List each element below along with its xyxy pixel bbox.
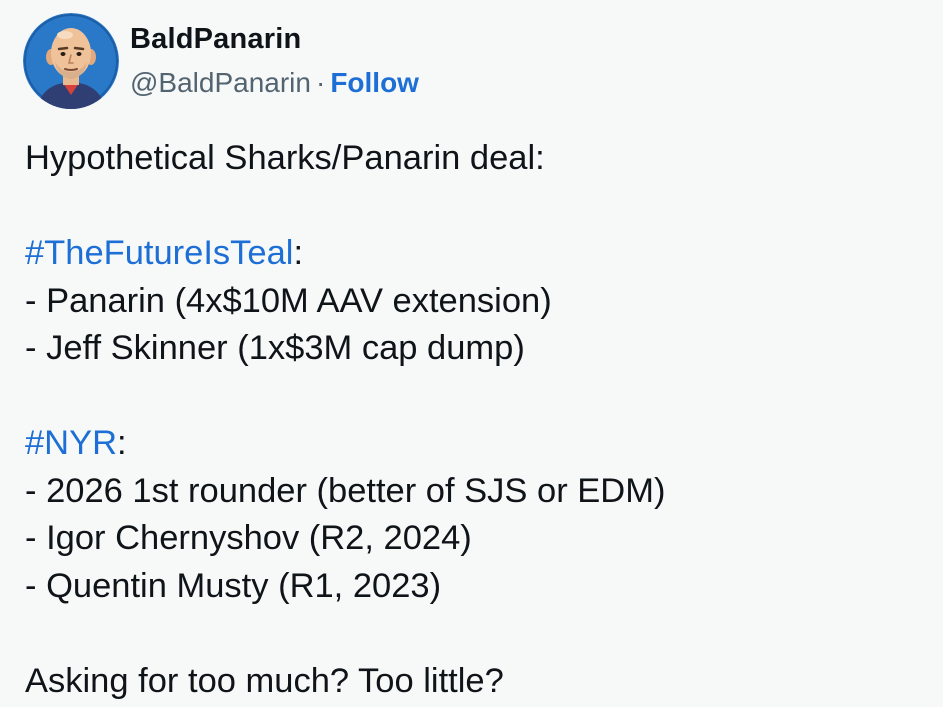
author-info: BaldPanarin @BaldPanarin · Follow	[130, 20, 419, 102]
separator-dot: ·	[315, 67, 326, 98]
tweet-header: BaldPanarin @BaldPanarin · Follow	[23, 13, 419, 109]
sharks-heading: #TheFutureIsTeal:	[25, 230, 930, 278]
list-item: - 2026 1st rounder (better of SJS or EDM…	[25, 471, 666, 510]
sharks-colon: :	[293, 234, 304, 272]
tweet-text: Hypothetical Sharks/Panarin deal: #TheFu…	[25, 135, 930, 705]
nyr-heading: #NYR:	[25, 420, 930, 468]
follow-button[interactable]: Follow	[330, 67, 419, 98]
list-item: - Igor Chernyshov (R2, 2024)	[25, 519, 472, 557]
tweet-line-closing: Asking for too much? Too little?	[25, 661, 504, 700]
list-item: - Panarin (4x$10M AAV extension)	[25, 281, 552, 320]
author-display-name[interactable]: BaldPanarin	[130, 20, 419, 58]
list-item: - Jeff Skinner (1x$3M cap dump)	[25, 329, 525, 367]
hashtag-link-thefutureisteal[interactable]: #TheFutureIsTeal	[25, 234, 293, 272]
tweet-line-intro: Hypothetical Sharks/Panarin deal:	[25, 139, 545, 177]
nyr-colon: :	[117, 424, 127, 462]
list-item: - Quentin Musty (R1, 2023)	[25, 566, 442, 605]
hashtag-link-nyr[interactable]: #NYR	[25, 424, 117, 462]
author-handle[interactable]: @BaldPanarin	[130, 67, 311, 98]
bald-man-avatar-icon	[23, 13, 119, 109]
avatar[interactable]	[23, 13, 119, 109]
author-handle-line: @BaldPanarin · Follow	[130, 64, 419, 102]
